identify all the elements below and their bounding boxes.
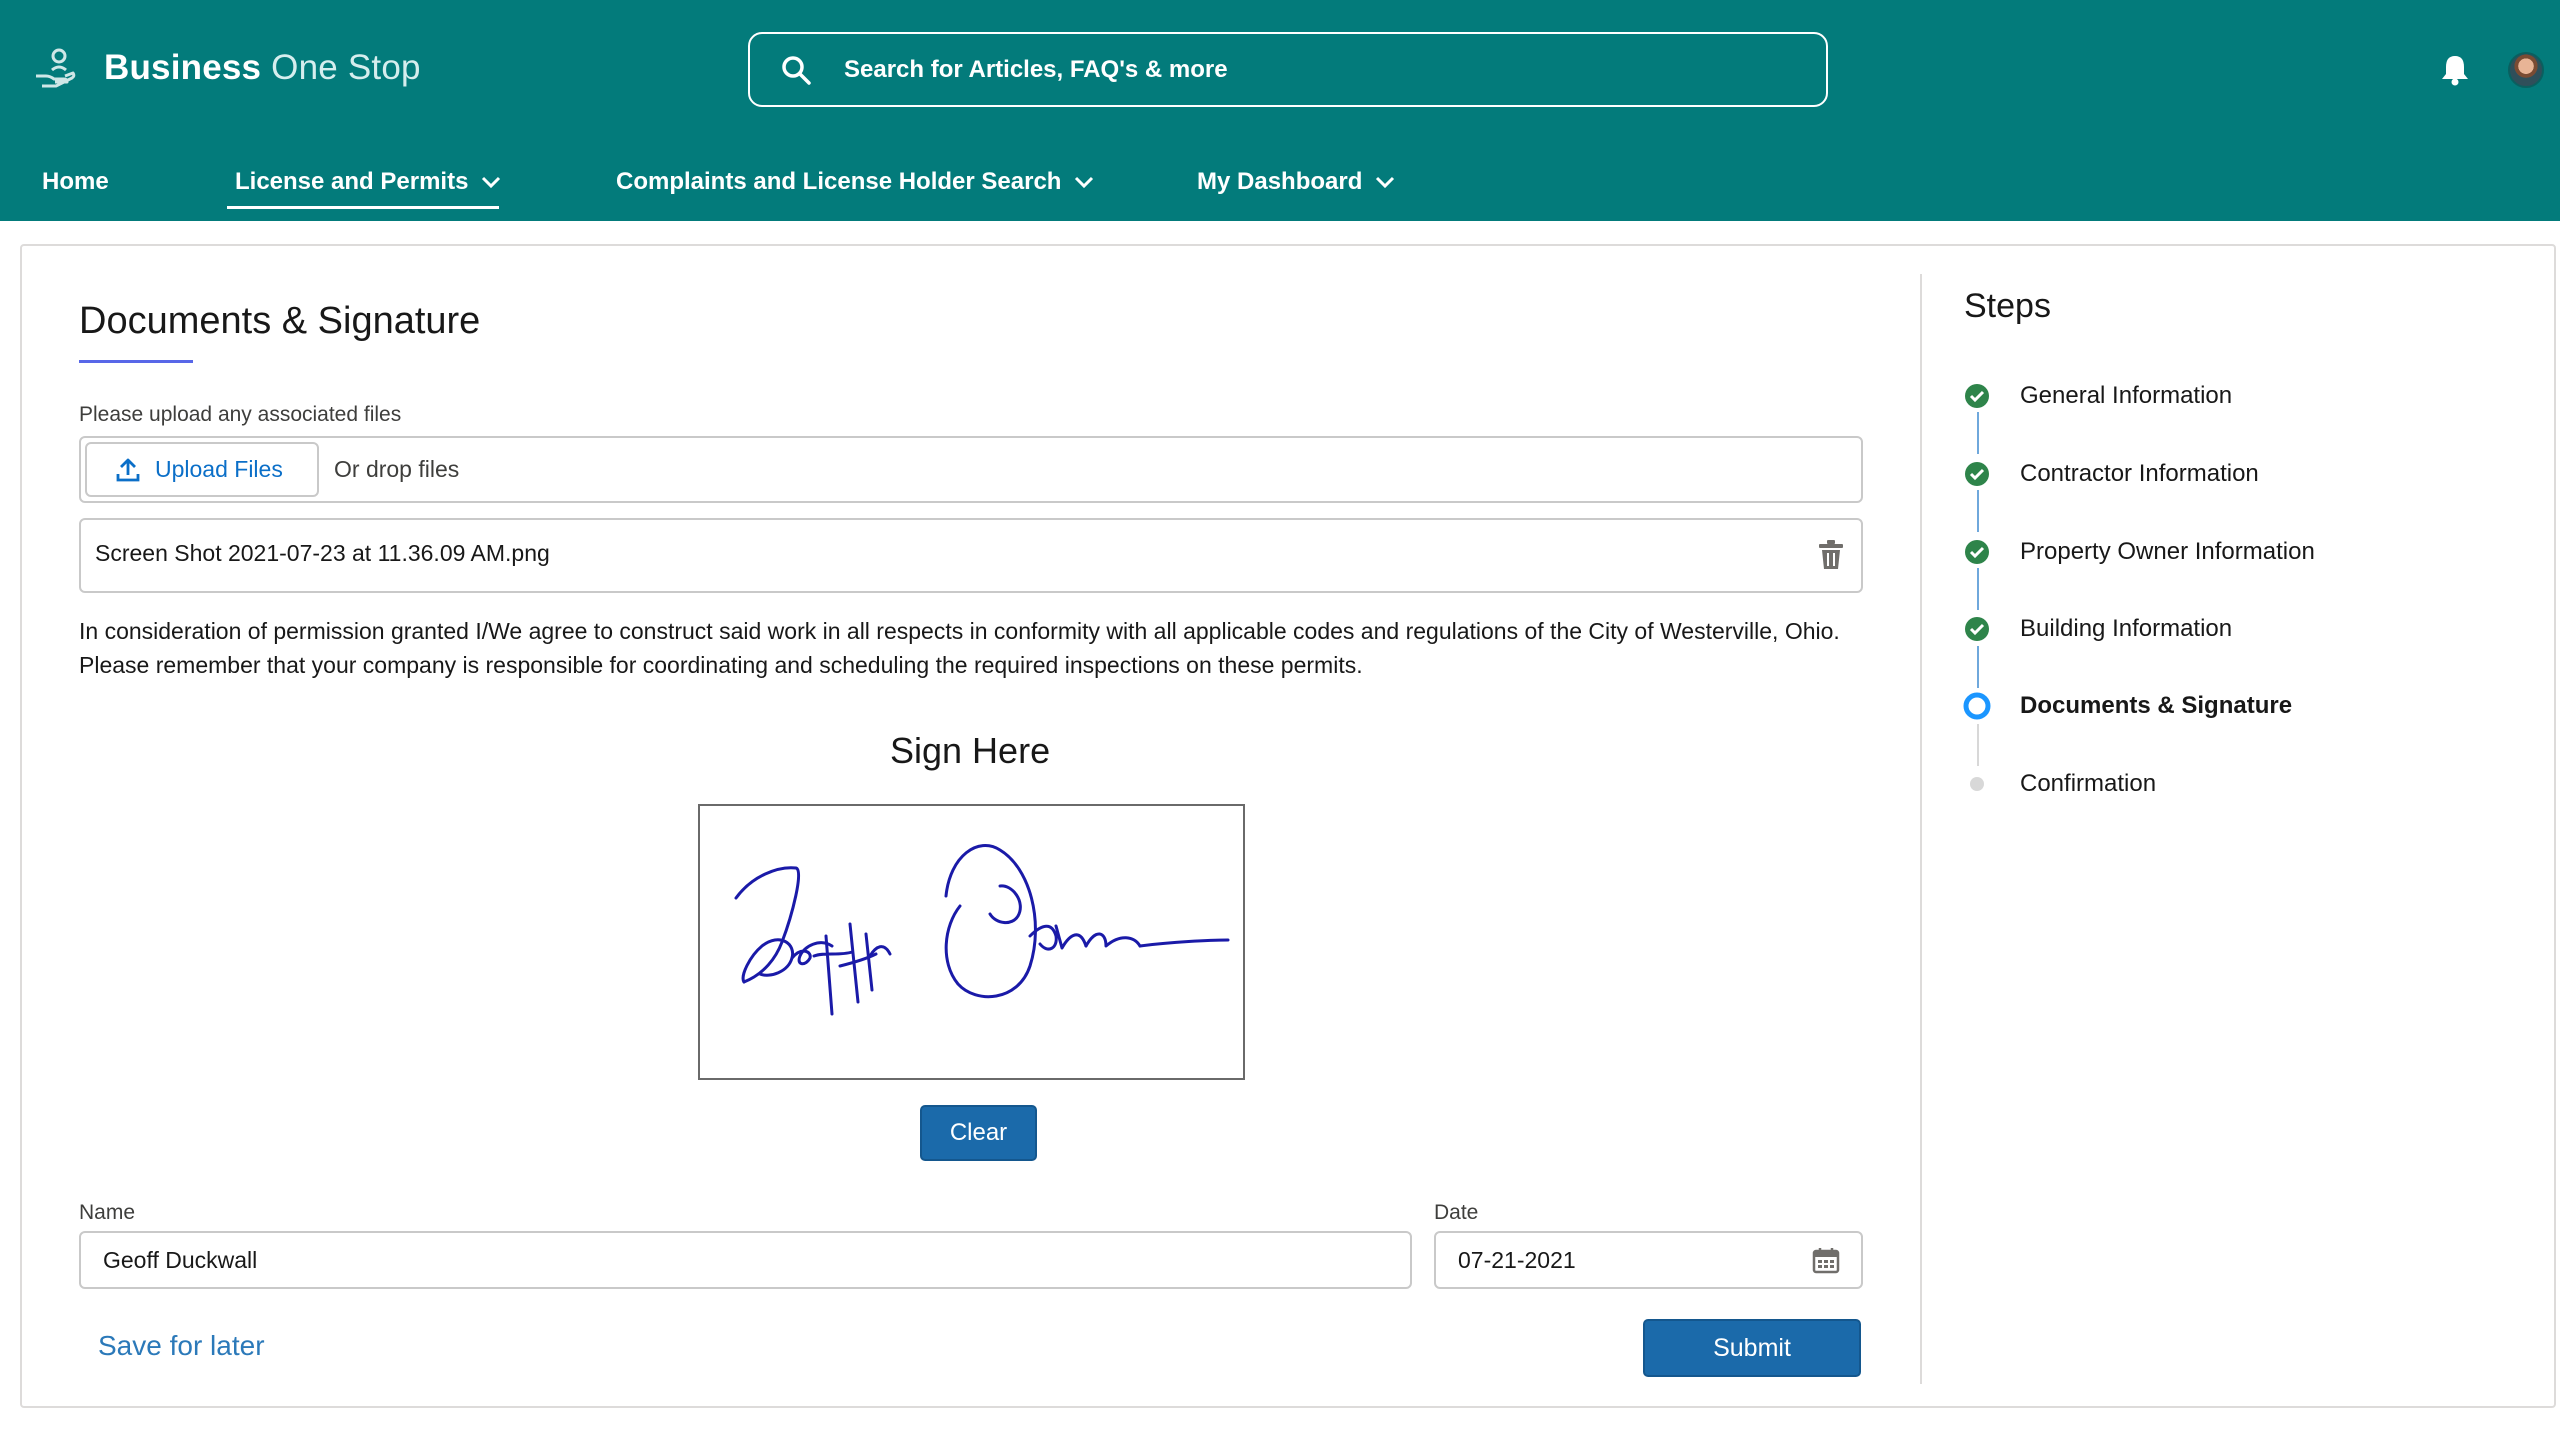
step-contractor-information[interactable]: Contractor Information — [1962, 459, 2259, 489]
chevron-down-icon — [1075, 176, 1094, 189]
page-title: Documents & Signature — [79, 300, 481, 342]
step-label: Property Owner Information — [2020, 538, 2315, 565]
user-avatar[interactable] — [2508, 52, 2544, 88]
calendar-icon[interactable] — [1812, 1246, 1840, 1274]
step-label: Building Information — [2020, 615, 2233, 642]
file-dropzone[interactable]: Upload Files Or drop files — [79, 436, 1863, 503]
upload-files-button[interactable]: Upload Files — [85, 442, 319, 497]
check-circle-icon — [1965, 384, 1989, 408]
signature-pad[interactable] — [698, 804, 1245, 1080]
check-circle-icon — [1965, 462, 1989, 486]
date-field[interactable] — [1434, 1231, 1863, 1289]
step-confirmation[interactable]: Confirmation — [1962, 769, 2156, 799]
chevron-down-icon — [1376, 176, 1395, 189]
step-label: Documents & Signature — [2020, 692, 2293, 719]
nav-complaints-search[interactable]: Complaints and License Holder Search — [616, 168, 1095, 196]
step-label: Confirmation — [2020, 770, 2157, 797]
search-input[interactable] — [844, 55, 1744, 84]
pending-dot-icon — [1970, 777, 1984, 791]
step-property-owner-information[interactable]: Property Owner Information — [1962, 537, 2315, 567]
step-connector — [1977, 490, 1979, 532]
step-building-information[interactable]: Building Information — [1962, 614, 2232, 644]
upload-files-label: Upload Files — [155, 456, 283, 482]
nav-license-permits[interactable]: License and Permits — [235, 168, 502, 196]
upload-icon — [116, 458, 140, 481]
nav-home[interactable]: Home — [42, 168, 109, 196]
step-label: General Information — [2020, 382, 2233, 409]
sign-here-heading: Sign Here — [890, 730, 1051, 771]
uploaded-file-row: Screen Shot 2021-07-23 at 11.36.09 AM.pn… — [79, 518, 1863, 593]
signature-drawing — [734, 844, 1230, 1016]
notification-bell-icon[interactable] — [2438, 52, 2472, 86]
terms-statement: In consideration of permission granted I… — [79, 618, 1840, 678]
nav-my-dashboard[interactable]: My Dashboard — [1197, 168, 1396, 196]
step-connector — [1977, 724, 1979, 766]
brand-name: Business One Stop — [104, 48, 421, 88]
submit-button[interactable]: Submit — [1643, 1319, 1861, 1377]
drop-files-text: Or drop files — [334, 456, 460, 482]
nav-complaints-search-label: Complaints and License Holder Search — [616, 168, 1062, 195]
step-connector — [1977, 646, 1979, 688]
check-circle-icon — [1965, 617, 1989, 641]
brand-name-light: One Stop — [271, 48, 421, 87]
active-nav-underline — [227, 206, 499, 209]
trash-icon[interactable] — [1817, 540, 1845, 570]
step-general-information[interactable]: General Information — [1962, 381, 2232, 411]
step-label: Contractor Information — [2020, 460, 2259, 487]
hand-person-icon — [36, 48, 76, 88]
save-for-later-link[interactable]: Save for later — [98, 1330, 265, 1362]
chevron-down-icon — [482, 176, 501, 189]
name-field[interactable] — [79, 1231, 1412, 1289]
search-bar[interactable] — [748, 32, 1828, 107]
brand-logo[interactable]: Business One Stop — [32, 44, 421, 92]
nav-home-label: Home — [42, 168, 109, 195]
date-label: Date — [1434, 1201, 1479, 1224]
top-header: Business One Stop Home License and Permi… — [0, 0, 2560, 221]
step-connector — [1977, 568, 1979, 610]
nav-license-permits-label: License and Permits — [235, 168, 469, 195]
step-documents-signature[interactable]: Documents & Signature — [1962, 691, 2292, 721]
steps-divider — [1920, 274, 1922, 1384]
upload-label: Please upload any associated files — [79, 403, 402, 426]
name-label: Name — [79, 1201, 136, 1224]
brand-name-bold: Business — [104, 48, 262, 87]
uploaded-file-name: Screen Shot 2021-07-23 at 11.36.09 AM.pn… — [95, 540, 550, 566]
main-navigation: Home License and Permits Complaints and … — [0, 150, 2560, 221]
check-circle-icon — [1965, 540, 1989, 564]
clear-signature-button[interactable]: Clear — [920, 1105, 1037, 1161]
current-step-ring-icon — [1963, 692, 1991, 720]
title-underline — [79, 360, 193, 363]
search-icon — [782, 55, 811, 85]
step-connector — [1977, 412, 1979, 454]
nav-my-dashboard-label: My Dashboard — [1197, 168, 1363, 195]
steps-heading: Steps — [1964, 287, 2051, 325]
